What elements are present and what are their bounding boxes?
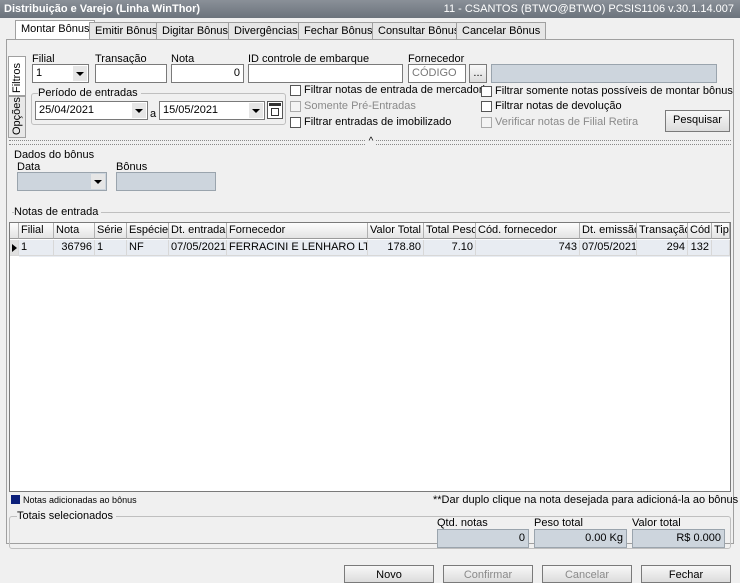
filial-select[interactable]: 1 <box>32 64 89 83</box>
side-tab-opcoes[interactable]: Opções <box>8 96 26 138</box>
qtd-notas-value: 0 <box>437 529 529 548</box>
cell-valor-total: 178.80 <box>368 240 424 256</box>
fechar-button[interactable]: Fechar <box>641 565 731 583</box>
notas-title: Notas de entrada <box>14 206 102 218</box>
col-especie[interactable]: Espécie <box>127 223 169 239</box>
tab-montar-bonus[interactable]: Montar Bônus <box>15 20 96 40</box>
confirmar-button[interactable]: Confirmar <box>443 565 533 583</box>
col-valor-total[interactable]: Valor Total <box>368 223 424 239</box>
tab-emitir-bonus[interactable]: Emitir Bônus <box>89 22 164 40</box>
notas-grid[interactable]: Filial Nota Série Espécie Dt. entrada Fo… <box>9 222 731 492</box>
chk-devolucao-label: Filtrar notas de devolução <box>495 100 622 112</box>
hint-text: **Dar duplo clique na nota desejada para… <box>433 494 739 506</box>
legend-label: Notas adicionadas ao bônus <box>23 495 137 505</box>
col-transacao[interactable]: Transação <box>637 223 688 239</box>
window-title: Distribuição e Varejo (Linha WinThor) <box>4 3 201 15</box>
totais-title: Totais selecionados <box>17 510 117 522</box>
tab-cancelar-bonus[interactable]: Cancelar Bônus <box>456 22 547 40</box>
col-dt-entrada[interactable]: Dt. entrada <box>169 223 227 239</box>
col-total-peso[interactable]: Total Peso <box>424 223 476 239</box>
fornecedor-name-field <box>491 64 717 83</box>
window-user-info: 11 - CSANTOS (BTWO@BTWO) PCSIS1106 v.30.… <box>443 3 734 15</box>
cell-fornecedor: FERRACINI E LENHARO LTDA <box>227 240 368 256</box>
chk-somente-pre-label: Somente Pré-Entradas <box>304 100 416 112</box>
side-tab-opcoes-label: Opções <box>11 97 23 135</box>
valor-total-value: R$ 0.000 <box>632 529 725 548</box>
tab-divergencias[interactable]: Divergências <box>228 22 304 40</box>
col-fornecedor[interactable]: Fornecedor <box>227 223 368 239</box>
side-tab-filtros-label: Filtros <box>11 63 23 93</box>
cell-cod-fornecedor: 743 <box>476 240 580 256</box>
col-cod-fornecedor[interactable]: Cód. fornecedor <box>476 223 580 239</box>
periodo-label: Período de entradas <box>38 87 141 99</box>
chevron-down-icon[interactable] <box>91 174 105 189</box>
chk-entrada-mercadoria[interactable] <box>290 85 301 96</box>
id-controle-input[interactable] <box>248 64 403 83</box>
grid-menu-icon[interactable] <box>10 223 19 239</box>
side-tab-filtros[interactable]: Filtros <box>8 56 26 96</box>
col-dt-emissao[interactable]: Dt. emissão <box>580 223 637 239</box>
cell-cod: 132 <box>688 240 712 256</box>
pesquisar-button[interactable]: Pesquisar <box>665 110 730 132</box>
chevron-up-icon[interactable]: ^ <box>366 137 376 147</box>
cell-especie: NF <box>127 240 169 256</box>
cell-nota: 36796 <box>54 240 95 256</box>
col-tipo[interactable]: Tipo <box>712 223 730 239</box>
col-nota[interactable]: Nota <box>54 223 95 239</box>
chk-possiveis[interactable] <box>481 86 492 97</box>
calendar-icon[interactable] <box>267 101 283 119</box>
cell-tipo <box>712 240 730 256</box>
transacao-input[interactable] <box>95 64 167 83</box>
col-cod[interactable]: Cód <box>688 223 712 239</box>
col-filial[interactable]: Filial <box>19 223 54 239</box>
fornecedor-code-input[interactable]: CÓDIGO <box>408 64 466 83</box>
chevron-down-icon[interactable] <box>249 103 263 118</box>
a-label: a <box>150 108 157 120</box>
nota-input[interactable]: 0 <box>171 64 244 83</box>
chevron-down-icon[interactable] <box>132 103 146 118</box>
chk-somente-pre[interactable] <box>290 101 301 112</box>
chk-filial-retira-label: Verificar notas de Filial Retira <box>495 116 639 128</box>
chk-devolucao[interactable] <box>481 101 492 112</box>
col-serie[interactable]: Série <box>95 223 127 239</box>
chk-possiveis-label: Filtrar somente notas possíveis de monta… <box>495 85 733 97</box>
valor-total-label: Valor total <box>632 517 681 529</box>
cell-total-peso: 7.10 <box>424 240 476 256</box>
data-inicio-input[interactable]: 25/04/2021 <box>35 101 148 120</box>
title-bar: Distribuição e Varejo (Linha WinThor) 11… <box>0 0 740 18</box>
cell-dt-entrada: 07/05/2021 <box>169 240 227 256</box>
fornecedor-lookup-button[interactable]: ... <box>469 64 487 83</box>
chk-imobilizado[interactable] <box>290 117 301 128</box>
filial-value: 1 <box>36 67 43 79</box>
data-fim-input[interactable]: 15/05/2021 <box>159 101 265 120</box>
chevron-down-icon[interactable] <box>73 66 87 81</box>
legend-swatch <box>11 495 20 504</box>
peso-total-value: 0.00 Kg <box>534 529 627 548</box>
data-inicio-value: 25/04/2021 <box>39 104 95 116</box>
tab-fechar-bonus[interactable]: Fechar Bônus <box>298 22 379 40</box>
cell-dt-emissao: 07/05/2021 <box>580 240 637 256</box>
tab-bar: Montar Bônus Emitir Bônus Digitar Bônus … <box>0 18 740 40</box>
chk-filial-retira[interactable] <box>481 117 492 128</box>
cell-transacao: 294 <box>637 240 688 256</box>
cell-filial: 1 <box>19 240 54 256</box>
chk-entrada-mercadoria-label: Filtrar notas de entrada de mercadoria <box>304 84 492 96</box>
peso-total-label: Peso total <box>534 517 583 529</box>
qtd-notas-label: Qtd. notas <box>437 517 488 529</box>
data-fim-value: 15/05/2021 <box>163 104 219 116</box>
data-bonus-select[interactable] <box>17 172 107 191</box>
dados-bonus-title: Dados do bônus <box>14 149 95 161</box>
bonus-field <box>116 172 216 191</box>
novo-button[interactable]: Novo <box>344 565 434 583</box>
tab-digitar-bonus[interactable]: Digitar Bônus <box>156 22 235 40</box>
cancelar-button[interactable]: Cancelar <box>542 565 632 583</box>
cell-serie: 1 <box>95 240 127 256</box>
chk-imobilizado-label: Filtrar entradas de imobilizado <box>304 116 452 128</box>
row-indicator-icon <box>10 240 19 256</box>
notas-group-line <box>12 212 730 213</box>
tab-consultar-bonus[interactable]: Consultar Bônus <box>372 22 466 40</box>
